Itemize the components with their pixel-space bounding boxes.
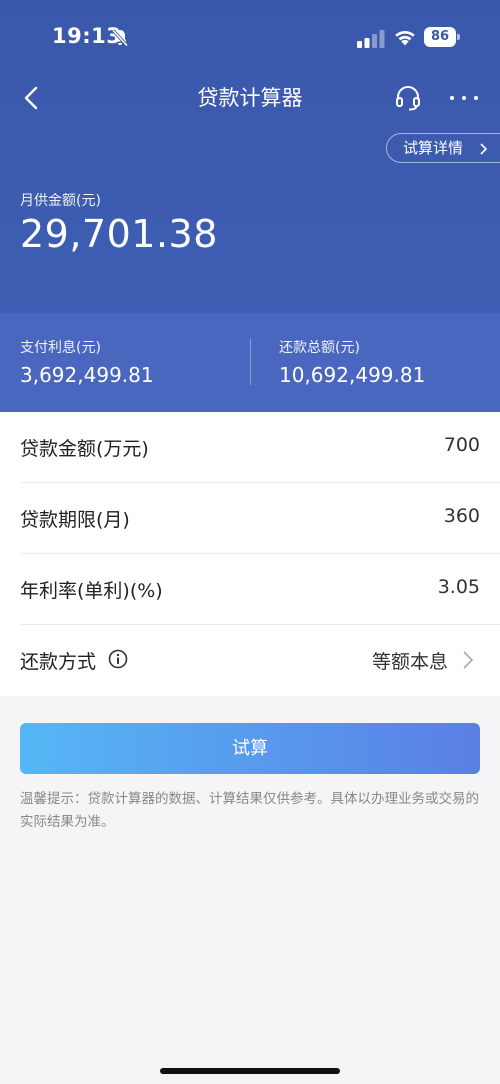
wifi-icon — [395, 30, 415, 46]
more-options-icon[interactable] — [446, 84, 482, 112]
interest-value: 3,692,499.81 — [20, 363, 154, 387]
home-indicator — [160, 1068, 340, 1074]
hero-header: 19:13 86 贷款计算器 试算详情 月供金额(元) 29,701.38 支付… — [0, 0, 500, 412]
payment-summary: 支付利息(元) 3,692,499.81 还款总额(元) 10,692,499.… — [0, 313, 500, 412]
cellular-signal-icon — [357, 30, 385, 48]
total-repayment-value: 10,692,499.81 — [279, 363, 426, 387]
loan-amount-label: 贷款金额(万元) — [20, 438, 149, 460]
interest-rate-row[interactable]: 年利率(单利)(%) 3.05 — [0, 554, 500, 625]
headset-support-icon[interactable] — [394, 84, 422, 112]
summary-divider — [250, 339, 251, 385]
total-repayment-label: 还款总额(元) — [279, 340, 360, 356]
loan-amount-input[interactable]: 700 — [444, 434, 480, 456]
interest-rate-label: 年利率(单利)(%) — [20, 580, 163, 602]
interest-rate-input[interactable]: 3.05 — [438, 576, 480, 598]
info-icon[interactable] — [108, 649, 128, 669]
loan-term-label: 贷款期限(月) — [20, 509, 130, 531]
repayment-method-label: 还款方式 — [20, 651, 97, 673]
loan-amount-row[interactable]: 贷款金额(万元) 700 — [0, 412, 500, 483]
monthly-payment-value: 29,701.38 — [20, 212, 218, 256]
battery-icon: 86 — [424, 27, 460, 47]
disclaimer-text: 温馨提示：贷款计算器的数据、计算结果仅供参考。具体以办理业务或交易的实际结果为准… — [20, 791, 479, 830]
bell-muted-icon — [111, 29, 129, 47]
trial-details-label: 试算详情 — [403, 139, 464, 157]
trial-details-button[interactable]: 试算详情 — [386, 133, 500, 163]
loan-form: 贷款金额(万元) 700 贷款期限(月) 360 年利率(单利)(%) 3.05… — [0, 412, 500, 696]
battery-level: 86 — [424, 27, 456, 47]
page-title: 贷款计算器 — [197, 86, 303, 110]
nav-bar: 贷款计算器 — [0, 76, 500, 120]
chevron-right-icon — [463, 651, 474, 669]
repayment-method-select[interactable]: 等额本息 — [372, 647, 448, 674]
interest-label: 支付利息(元) — [20, 340, 101, 356]
monthly-payment-label: 月供金额(元) — [20, 193, 101, 209]
status-bar: 19:13 86 — [0, 0, 500, 76]
chevron-right-icon — [480, 143, 488, 155]
repayment-method-row[interactable]: 还款方式 等额本息 — [0, 625, 500, 696]
calculate-button[interactable]: 试算 — [20, 723, 480, 774]
loan-term-input[interactable]: 360 — [444, 505, 480, 527]
loan-term-row[interactable]: 贷款期限(月) 360 — [0, 483, 500, 554]
